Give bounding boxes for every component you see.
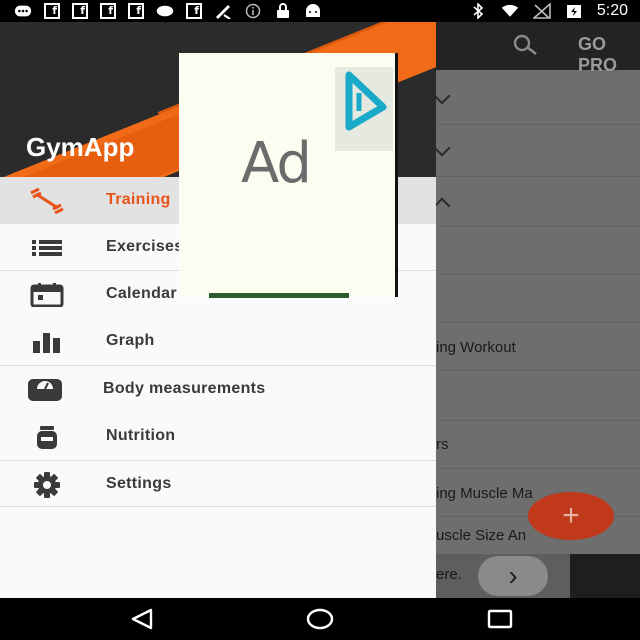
- drawer-item-label: Graph: [106, 332, 155, 349]
- list-item[interactable]: rs: [436, 420, 640, 469]
- list-item[interactable]: [433, 124, 640, 177]
- list-item[interactable]: [433, 176, 640, 227]
- ad-label: Ad: [241, 131, 312, 196]
- back-icon[interactable]: [128, 607, 156, 631]
- ad-banner-arrow-button[interactable]: ›: [478, 556, 548, 596]
- list-item[interactable]: [436, 370, 640, 421]
- divider: [0, 506, 436, 507]
- android-icon: [304, 3, 322, 19]
- list-icon: [28, 235, 66, 261]
- bluetooth-icon: [469, 3, 487, 19]
- list-item-label: uscle Size An: [436, 527, 527, 544]
- battery-icon: [565, 3, 583, 19]
- status-clock: 5:20: [596, 2, 628, 19]
- ad-overlay[interactable]: Ad: [179, 53, 398, 298]
- drawer-item-label: Calendar: [106, 285, 177, 302]
- drawer-item-label: Nutrition: [106, 427, 176, 444]
- facebook-icon: f: [100, 3, 116, 19]
- no-signal-icon: [532, 3, 551, 19]
- list-item-label: ing Muscle Ma: [436, 485, 533, 502]
- facebook-icon: f: [72, 3, 88, 19]
- facebook-icon: f: [186, 3, 202, 19]
- ad-choices-icon: [345, 71, 387, 131]
- chevron-down-icon: [433, 139, 451, 157]
- circle-icon: [156, 3, 174, 19]
- drawer-item-nutrition[interactable]: Nutrition: [0, 413, 436, 460]
- bar-chart-icon: [28, 329, 66, 355]
- drawer-item-label: Settings: [106, 475, 172, 492]
- list-item-label: rs: [436, 436, 449, 453]
- system-icons: 5:20: [469, 2, 628, 20]
- plus-icon: +: [562, 499, 580, 532]
- chevron-right-icon: ›: [508, 560, 518, 591]
- jar-icon: [28, 424, 66, 450]
- scale-icon: [26, 377, 64, 403]
- ad-banner-text: ere.: [436, 566, 462, 583]
- chevron-up-icon: [433, 197, 451, 215]
- drawer-item-body-measurements[interactable]: Body measurements: [0, 366, 436, 413]
- notification-icons: f f f f f: [14, 3, 322, 19]
- home-icon[interactable]: [306, 607, 334, 631]
- facebook-icon: f: [44, 3, 60, 19]
- ad-banner-edge: [570, 554, 640, 598]
- add-fab-button[interactable]: +: [528, 492, 614, 540]
- list-item[interactable]: [436, 226, 640, 275]
- chat-icon: [14, 3, 32, 19]
- search-icon[interactable]: [512, 34, 538, 61]
- facebook-icon: f: [128, 3, 144, 19]
- dumbbell-icon: [28, 188, 66, 214]
- calendar-icon: [28, 282, 66, 308]
- status-bar: f f f f f 5:20: [0, 0, 640, 22]
- list-item-label: ing Workout: [436, 339, 516, 356]
- system-navigation-bar: [0, 598, 640, 640]
- drawer-app-name: GymApp: [26, 132, 135, 162]
- drawer-item-label: Body measurements: [103, 380, 266, 397]
- list-item[interactable]: [436, 274, 640, 323]
- recent-apps-icon[interactable]: [486, 607, 514, 631]
- list-item[interactable]: ing Workout: [436, 322, 640, 371]
- gear-icon: [28, 472, 66, 498]
- drawer-item-label: Exercises: [106, 238, 184, 255]
- drawer-item-label: Training: [106, 191, 171, 208]
- ad-choices-button[interactable]: [335, 67, 393, 151]
- drawer-item-settings[interactable]: Settings: [0, 461, 436, 508]
- list-item[interactable]: [433, 70, 640, 125]
- lock-icon: [274, 3, 292, 19]
- ad-progress-bar: [209, 293, 349, 298]
- drawer-item-graph[interactable]: Graph: [0, 318, 436, 365]
- info-icon: [244, 3, 262, 19]
- chevron-down-icon: [433, 87, 451, 105]
- wifi-icon: [501, 3, 519, 19]
- ruler-icon: [214, 3, 232, 19]
